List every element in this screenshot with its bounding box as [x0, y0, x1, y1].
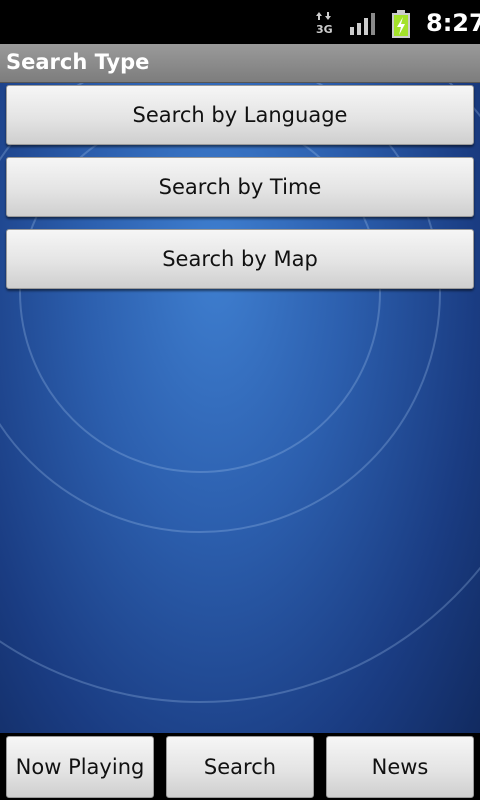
- search-by-map-button[interactable]: Search by Map: [6, 229, 474, 289]
- search-by-map-label: Search by Map: [162, 247, 318, 271]
- tab-news[interactable]: News: [326, 736, 474, 798]
- search-by-time-label: Search by Time: [158, 175, 322, 199]
- tab-now-playing[interactable]: Now Playing: [6, 736, 154, 798]
- tab-news-label: News: [371, 755, 429, 779]
- 3g-data-icon: 3G: [316, 12, 333, 34]
- battery-charging-icon: [392, 10, 410, 38]
- status-clock: 8:27: [426, 9, 480, 37]
- tab-search[interactable]: Search: [166, 736, 314, 798]
- status-bar: 3G 8:27: [0, 0, 480, 44]
- search-by-language-button[interactable]: Search by Language: [6, 85, 474, 145]
- search-by-time-button[interactable]: Search by Time: [6, 157, 474, 217]
- tab-search-label: Search: [203, 755, 277, 779]
- page-title: Search Type: [6, 50, 150, 74]
- signal-strength-icon: [350, 13, 375, 35]
- tab-now-playing-label: Now Playing: [15, 755, 145, 779]
- title-bar: Search Type: [0, 44, 480, 83]
- search-by-language-label: Search by Language: [132, 103, 348, 127]
- network-type-label: 3G: [316, 23, 333, 34]
